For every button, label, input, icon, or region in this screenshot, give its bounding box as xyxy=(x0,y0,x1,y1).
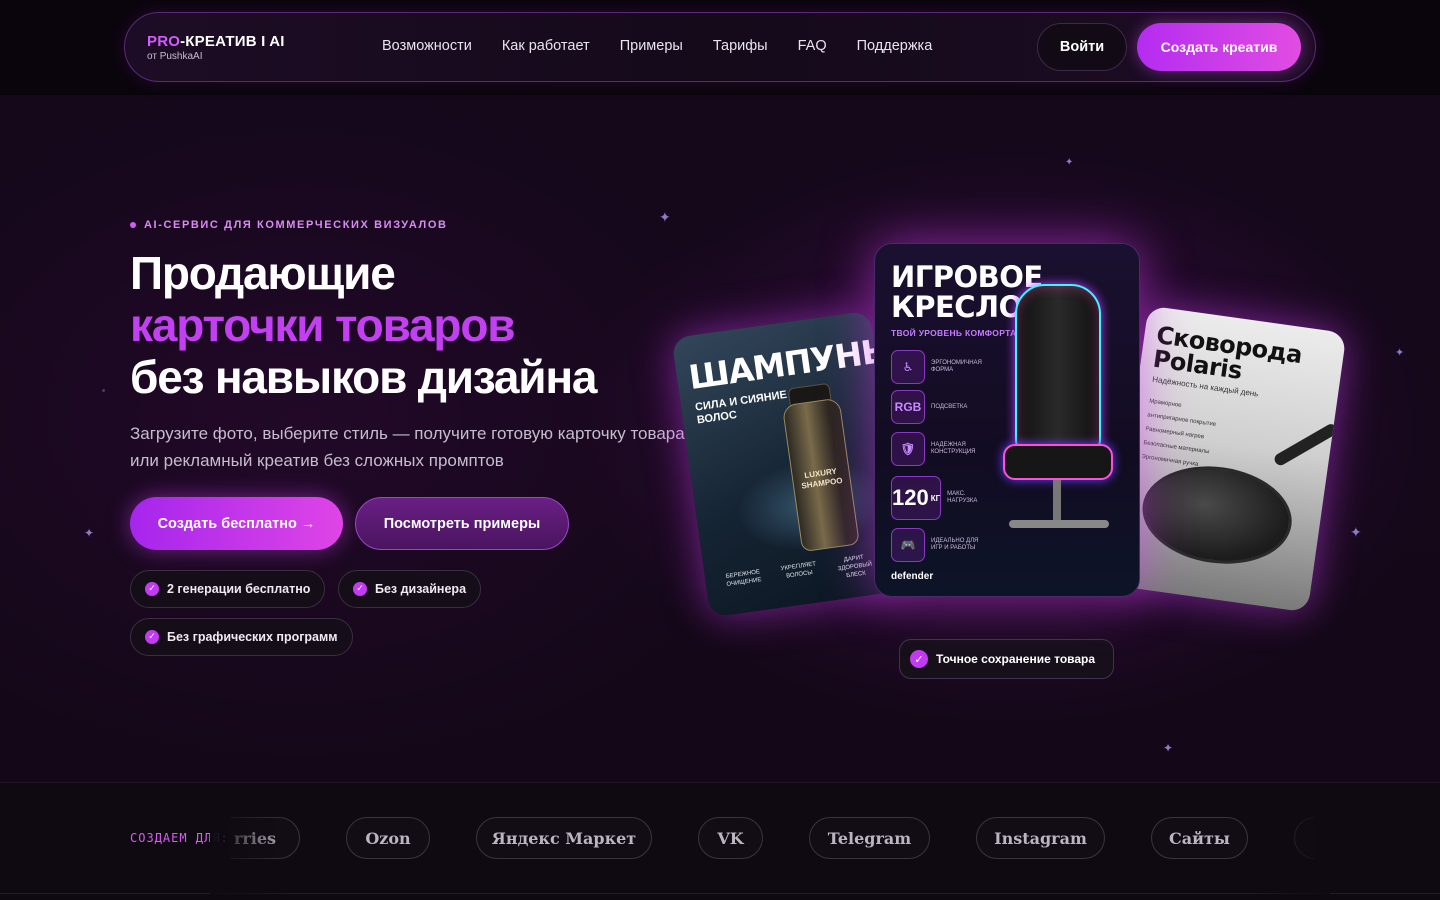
nav-link-examples[interactable]: Примеры xyxy=(620,38,683,54)
sparkle-icon: ✦ xyxy=(659,210,671,226)
nav-link-pricing[interactable]: Тарифы xyxy=(713,38,768,54)
check-icon: ✓ xyxy=(353,582,367,596)
logo-subtitle: от PushkaAI xyxy=(147,51,203,62)
headline-line-2: карточки товаров xyxy=(130,299,516,351)
nav-link-how-it-works[interactable]: Как работает xyxy=(502,38,590,54)
logo[interactable]: PRO-КРЕАТИВ I AI от PushkaAI xyxy=(147,33,285,62)
platform-pill-ozon[interactable]: Ozon xyxy=(346,817,430,859)
marquee-fade-right xyxy=(1250,783,1330,895)
hero-subtitle: Загрузите фото, выберите стиль — получит… xyxy=(130,424,685,470)
headline-line-1: Продающие xyxy=(130,247,396,299)
precision-badge-label: Точное сохранение товара xyxy=(936,652,1096,666)
gamepad-icon: 🎮 xyxy=(891,528,925,562)
view-examples-button[interactable]: Посмотреть примеры xyxy=(355,497,569,550)
chair-backrest xyxy=(1015,284,1101,454)
nav-link-features[interactable]: Возможности xyxy=(382,38,472,54)
chair-pole xyxy=(1053,480,1061,520)
chair-seat xyxy=(1003,444,1113,480)
sparkle-icon: ✦ xyxy=(84,526,95,540)
feature-chip: ✓ 2 генерации бесплатно xyxy=(130,570,326,608)
ergonomic-icon: ♿ xyxy=(891,350,925,384)
eyebrow-dot-icon xyxy=(130,222,136,228)
hero-eyebrow: AI-СЕРВИС ДЛЯ КОММЕРЧЕСКИХ ВИЗУАЛОВ xyxy=(130,219,448,231)
feature-chip: ✓ Без дизайнера xyxy=(338,570,482,608)
check-icon: ✓ xyxy=(145,630,159,644)
chair-feature-caption: МАКС. НАГРУЗКА xyxy=(947,491,978,504)
gaming-chair xyxy=(995,284,1125,554)
main-nav: Возможности Как работает Примеры Тарифы … xyxy=(382,38,932,54)
navbar: PRO-КРЕАТИВ I AI от PushkaAI Возможности… xyxy=(124,12,1316,82)
marquee-fade-left xyxy=(210,783,290,895)
load-unit: КГ xyxy=(930,493,941,503)
example-card-chair[interactable]: ИГРОВОЕ КРЕСЛО ТВОЙ УРОВЕНЬ КОМФОРТА ♿ Э… xyxy=(874,243,1140,597)
nav-link-faq[interactable]: FAQ xyxy=(798,38,827,54)
frying-pan xyxy=(1136,457,1299,573)
create-creative-button[interactable]: Создать креатив xyxy=(1137,23,1301,71)
chair-feature-caption: ПОДСВЕТКА xyxy=(931,403,968,410)
feature-chip-label: Без графических программ xyxy=(167,630,338,644)
brand-logo: defender xyxy=(891,571,934,582)
sparkle-icon: ✦ xyxy=(1065,157,1074,168)
chair-feature: 120 КГ МАКС. НАГРУЗКА xyxy=(891,476,991,520)
chair-feature: RGB ПОДСВЕТКА xyxy=(891,390,991,424)
pan-features: Мраморное антипригарное покрытие Равноме… xyxy=(1140,395,1219,474)
sparkle-icon: ✦ xyxy=(1350,525,1362,541)
sparkle-icon: ✦ xyxy=(1163,741,1174,755)
platform-pill-yandex-market[interactable]: Яндекс Маркет xyxy=(476,817,652,859)
nav-link-support[interactable]: Поддержка xyxy=(857,38,933,54)
create-free-button[interactable]: Создать бесплатно → xyxy=(130,497,343,550)
hero-headline: Продающие карточки товаров без навыков д… xyxy=(130,247,598,403)
platform-pill-telegram[interactable]: Telegram xyxy=(809,817,930,859)
chair-feature: ♿ ЭРГОНОМИЧНАЯ ФОРМА xyxy=(891,350,991,384)
chair-base xyxy=(1009,520,1109,528)
feature-chip-label: 2 генерации бесплатно xyxy=(167,582,311,596)
check-icon: ✓ xyxy=(910,650,928,668)
header: PRO-КРЕАТИВ I AI от PushkaAI Возможности… xyxy=(0,0,1440,95)
shampoo-badge: ДАРИТ ЗДОРОВЫЙ БЛЕСК xyxy=(837,554,873,580)
feature-chip-label: Без дизайнера xyxy=(375,582,467,596)
check-icon: ✓ xyxy=(145,582,159,596)
feature-chip: ✓ Без графических программ xyxy=(130,618,353,656)
chair-feature-caption: ИДЕАЛЬНО ДЛЯ ИГР И РАБОТЫ xyxy=(931,538,979,551)
precision-badge: ✓ Точное сохранение товара xyxy=(899,639,1114,679)
chair-feature: 🛡 НАДЕЖНАЯ КОНСТРУКЦИЯ xyxy=(891,432,991,466)
load-value: 120 КГ xyxy=(891,476,942,520)
chair-feature: 🎮 ИДЕАЛЬНО ДЛЯ ИГР И РАБОТЫ xyxy=(891,528,991,562)
load-number: 120 xyxy=(892,485,929,510)
example-card-pan[interactable]: Сковорода Polaris Надёжность на каждый д… xyxy=(1109,305,1347,613)
rgb-icon: RGB xyxy=(891,390,925,424)
background-dot xyxy=(102,389,105,392)
logo-title: PRO-КРЕАТИВ I AI xyxy=(147,33,285,50)
shampoo-badge: УКРЕПЛЯЕТ ВОЛОСЫ xyxy=(780,561,817,580)
shield-icon: 🛡 xyxy=(891,432,925,466)
headline-line-3: без навыков дизайна xyxy=(130,351,598,403)
shampoo-badge: БЕРЕЖНОЕ ОЧИЩЕНИЕ xyxy=(725,569,762,588)
chair-feature-caption: ЭРГОНОМИЧНАЯ ФОРМА xyxy=(931,360,982,373)
shampoo-badges: БЕРЕЖНОЕ ОЧИЩЕНИЕ УКРЕПЛЯЕТ ВОЛОСЫ ДАРИТ… xyxy=(723,552,877,597)
eyebrow-text: AI-СЕРВИС ДЛЯ КОММЕРЧЕСКИХ ВИЗУАЛОВ xyxy=(144,219,448,231)
platform-pill-sites[interactable]: Сайты xyxy=(1151,817,1248,859)
shampoo-card-title: ШАМПУНЬ xyxy=(686,330,888,398)
login-button[interactable]: Войти xyxy=(1037,23,1127,71)
sparkle-icon: ✦ xyxy=(1395,346,1405,359)
chair-feature-caption: НАДЕЖНАЯ КОНСТРУКЦИЯ xyxy=(931,442,976,455)
platform-pill-vk[interactable]: VK xyxy=(698,817,763,859)
platform-pill-instagram[interactable]: Instagram xyxy=(976,817,1105,859)
platforms-section: СОЗДАЕМ ДЛЯ: rries Ozon Яндекс Маркет VK… xyxy=(0,782,1440,895)
